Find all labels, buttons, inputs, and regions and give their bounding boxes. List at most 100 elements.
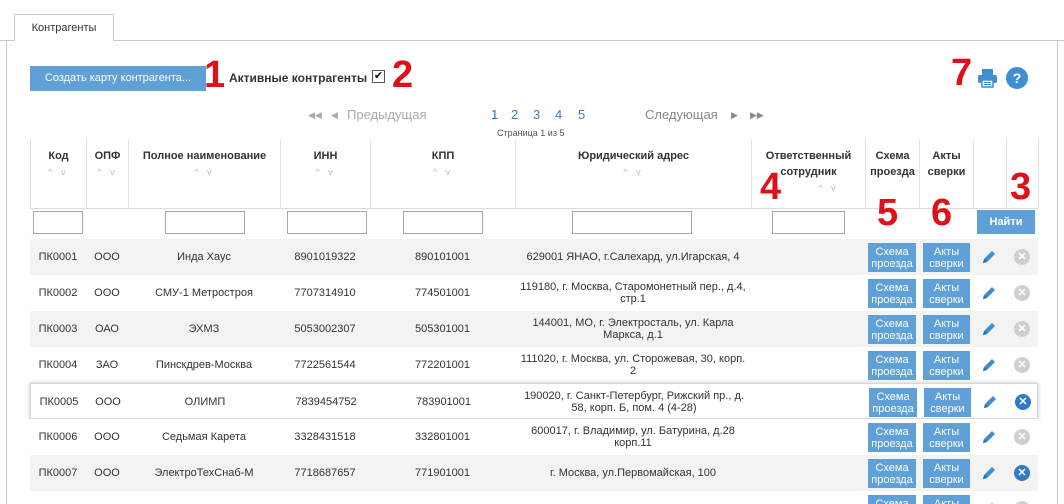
- cell-kpp: 505301001: [414, 323, 471, 335]
- last-page-icon[interactable]: ▶▶: [750, 106, 764, 124]
- reconciliation-acts-button[interactable]: Акты сверки: [923, 351, 970, 380]
- route-map-button[interactable]: Схема проезда: [868, 423, 916, 452]
- create-contractor-button[interactable]: Создать карту контрагента...: [30, 66, 206, 91]
- first-page-icon[interactable]: ◀◀: [308, 106, 322, 124]
- pencil-icon[interactable]: [981, 393, 999, 411]
- reconciliation-acts-button[interactable]: Акты сверки: [923, 243, 970, 272]
- route-map-button[interactable]: Схема проезда: [868, 459, 916, 488]
- next-page-link[interactable]: Следующая: [645, 106, 718, 124]
- delete-icon[interactable]: ✕: [1014, 429, 1030, 445]
- prev-page-link[interactable]: Предыдущая: [347, 106, 427, 124]
- header-opf[interactable]: ОПФ ^ v: [87, 140, 129, 208]
- table-row[interactable]: ПК0008ОООБЕРЕГ7723890118772301001 109388,…: [30, 491, 1038, 504]
- table-row[interactable]: ПК0002 ООО СМУ-1 Метростроя 7707314910 77450…: [30, 275, 1038, 311]
- table-row[interactable]: ПК0001 ООО Инда Хаус 8901019322 890101001 629…: [30, 239, 1038, 275]
- header-code[interactable]: Код ^ v: [31, 140, 87, 208]
- marker-2: 2: [392, 54, 414, 96]
- delete-icon[interactable]: ✕: [1014, 285, 1030, 301]
- pencil-icon[interactable]: [980, 500, 998, 504]
- filter-name-input[interactable]: [165, 211, 245, 234]
- route-map-button[interactable]: Схема проезда: [869, 388, 917, 417]
- cell-name: ЭлектроТехСнаб-М: [154, 467, 254, 479]
- cell-opf: ООО: [94, 431, 120, 443]
- header-inn[interactable]: ИНН ^ v: [281, 140, 371, 208]
- header-legal-address[interactable]: Юридический адрес ^ v: [516, 140, 752, 208]
- cell-kpp: 890101001: [414, 251, 471, 263]
- table-row[interactable]: ПК0006 ООО Седьмая Карета 3328431518 3328010…: [30, 419, 1038, 455]
- delete-icon[interactable]: ✕: [1014, 321, 1030, 337]
- marker-1: 1: [204, 54, 226, 96]
- help-question-icon[interactable]: ?: [1006, 67, 1028, 89]
- route-map-button[interactable]: Схема проезда: [868, 279, 916, 308]
- cell-kpp: 771901001: [414, 467, 471, 479]
- filter-inn-input[interactable]: [287, 211, 367, 234]
- filter-responsible-input[interactable]: [772, 211, 845, 234]
- table-row[interactable]: ПК0003 ОАО ЭХМЗ 5053002307 505301001 144001, …: [30, 311, 1038, 347]
- sort-icon[interactable]: ^ v: [129, 166, 280, 178]
- pencil-icon[interactable]: [980, 464, 998, 482]
- cell-opf: ООО: [86, 491, 128, 504]
- delete-icon[interactable]: ✕: [1014, 357, 1030, 373]
- cell-opf: ООО: [94, 287, 120, 299]
- cell-code: ПК0005: [39, 396, 79, 408]
- cell-kpp: 772201001: [414, 359, 471, 371]
- reconciliation-acts-button[interactable]: Акты сверки: [923, 315, 970, 344]
- filter-address-input[interactable]: [572, 211, 692, 234]
- route-map-button[interactable]: Схема проезда: [868, 351, 916, 380]
- cell-inn: 7707314910: [294, 287, 356, 299]
- tab-contractors[interactable]: Контрагенты: [14, 14, 114, 41]
- delete-icon[interactable]: ✕: [1014, 249, 1030, 265]
- route-map-button[interactable]: Схема проезда: [868, 243, 916, 272]
- cell-name: Инда Хаус: [177, 251, 231, 263]
- marker-3: 3: [1010, 166, 1032, 208]
- page-link-4[interactable]: 4: [555, 106, 562, 124]
- sort-icon[interactable]: ^ v: [281, 166, 370, 178]
- reconciliation-acts-button[interactable]: Акты сверки: [923, 423, 970, 452]
- sort-icon[interactable]: ^ v: [31, 166, 86, 178]
- route-map-button[interactable]: Схема проезда: [868, 495, 916, 504]
- pencil-icon[interactable]: [980, 248, 998, 266]
- pencil-icon[interactable]: [980, 284, 998, 302]
- cell-kpp: 783901001: [415, 396, 472, 408]
- active-contractors-label: Активные контрагенты: [229, 71, 368, 85]
- filter-kpp-input[interactable]: [403, 211, 483, 234]
- sort-icon[interactable]: ^ v: [516, 166, 751, 178]
- active-contractors-checkbox[interactable]: ✔: [372, 70, 385, 83]
- printer-icon[interactable]: [977, 68, 998, 88]
- cell-name: Пинскдрев-Москва: [155, 359, 253, 371]
- table-row[interactable]: ПК0004 ЗАО Пинскдрев-Москва 7722561544 77220…: [30, 347, 1038, 383]
- page-link-3[interactable]: 3: [533, 106, 540, 124]
- cell-opf: ООО: [94, 467, 120, 479]
- reconciliation-acts-button[interactable]: Акты сверки: [923, 279, 970, 308]
- next-arrow-icon[interactable]: ▶: [731, 106, 738, 124]
- table-row[interactable]: ПК0007 ООО ЭлектроТехСнаб-М 7718687657 77190…: [30, 455, 1038, 491]
- filter-code-input[interactable]: [33, 211, 83, 234]
- pencil-icon[interactable]: [980, 356, 998, 374]
- page-link-5[interactable]: 5: [578, 106, 585, 124]
- reconciliation-acts-button[interactable]: Акты сверки: [923, 459, 970, 488]
- delete-icon[interactable]: ✕: [1015, 394, 1031, 410]
- cell-address: 119180, г. Москва, Старомонетный пер., д…: [520, 281, 746, 305]
- prev-arrow-icon[interactable]: ◀: [331, 106, 338, 124]
- page-info: Страница 1 из 5: [497, 128, 565, 138]
- cell-code: ПК0004: [38, 359, 78, 371]
- page-link-1[interactable]: 1: [491, 106, 498, 124]
- cell-code: ПК0001: [38, 251, 78, 263]
- header-kpp[interactable]: КПП ^ v: [371, 140, 516, 208]
- table-row[interactable]: ПК0005 ООО ОЛИМП 7839454752 783901001 190020,…: [30, 383, 1038, 419]
- delete-icon[interactable]: ✕: [1014, 465, 1030, 481]
- reconciliation-acts-button[interactable]: Акты сверки: [923, 495, 970, 504]
- cell-kpp: 772301001: [370, 491, 515, 504]
- sort-icon[interactable]: ^ v: [87, 166, 128, 178]
- cell-code: ПК0006: [38, 431, 78, 443]
- pencil-icon[interactable]: [980, 320, 998, 338]
- route-map-button[interactable]: Схема проезда: [868, 315, 916, 344]
- find-button[interactable]: Найти: [977, 210, 1035, 234]
- sort-icon[interactable]: ^ v: [371, 166, 515, 178]
- header-full-name[interactable]: Полное наименование ^ v: [129, 140, 281, 208]
- cell-code: ПК0008: [30, 491, 86, 504]
- page-link-2[interactable]: 2: [511, 106, 518, 124]
- reconciliation-acts-button[interactable]: Акты сверки: [924, 388, 971, 417]
- pencil-icon[interactable]: [980, 428, 998, 446]
- cell-opf: ООО: [95, 396, 121, 408]
